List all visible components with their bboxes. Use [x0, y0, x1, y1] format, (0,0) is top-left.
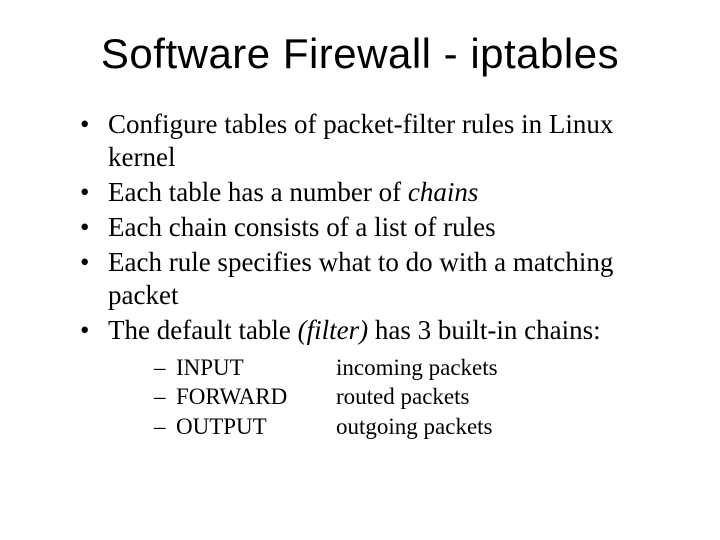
slide-title: Software Firewall - iptables: [60, 30, 660, 78]
bullet-text: Each table has a number of: [108, 177, 408, 207]
sub-list-item: FORWARD routed packets: [154, 382, 660, 412]
sub-list: INPUT incoming packets FORWARD routed pa…: [154, 353, 660, 443]
bullet-italic: (filter): [298, 315, 368, 345]
list-item: Each chain consists of a list of rules: [80, 211, 660, 244]
chain-name: FORWARD: [176, 382, 336, 412]
sub-list-item: OUTPUT outgoing packets: [154, 412, 660, 442]
chain-desc: routed packets: [336, 382, 660, 412]
list-item: Configure tables of packet-filter rules …: [80, 108, 660, 174]
bullet-text-after: has 3 built-in chains:: [368, 315, 600, 345]
slide: Software Firewall - iptables Configure t…: [0, 0, 720, 540]
chain-desc: incoming packets: [336, 353, 660, 383]
chain-desc: outgoing packets: [336, 412, 660, 442]
list-item: Each table has a number of chains: [80, 176, 660, 209]
bullet-text: Each rule specifies what to do with a ma…: [108, 247, 613, 310]
bullet-text: The default table: [108, 315, 298, 345]
list-item: The default table (filter) has 3 built-i…: [80, 314, 660, 443]
bullet-italic: chains: [408, 177, 479, 207]
list-item: Each rule specifies what to do with a ma…: [80, 246, 660, 312]
chain-name: INPUT: [176, 353, 336, 383]
sub-list-item: INPUT incoming packets: [154, 353, 660, 383]
bullet-text: Each chain consists of a list of rules: [108, 212, 496, 242]
chain-name: OUTPUT: [176, 412, 336, 442]
bullet-text: Configure tables of packet-filter rules …: [108, 109, 613, 172]
bullet-list: Configure tables of packet-filter rules …: [80, 108, 660, 442]
